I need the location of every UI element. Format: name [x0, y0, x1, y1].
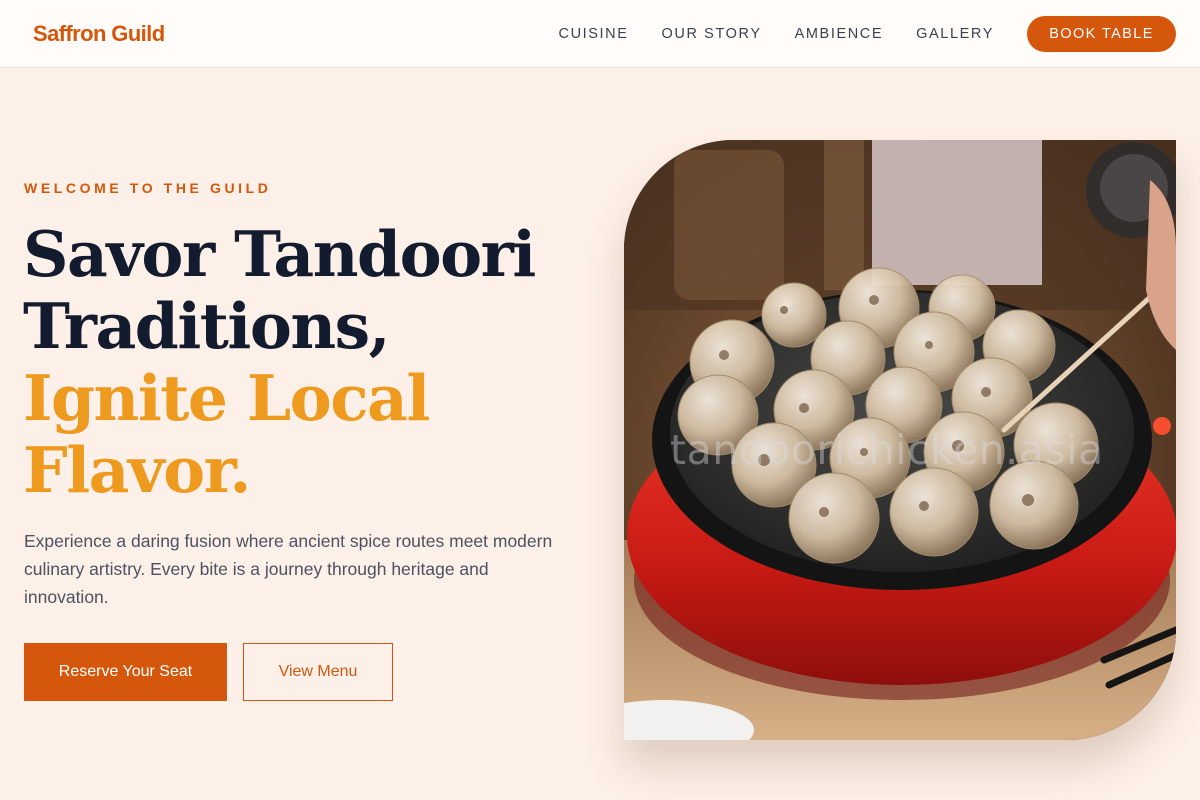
image-watermark: tandoorichicken.asia [670, 426, 1104, 474]
headline-line-2: Traditions, [23, 289, 391, 363]
reserve-seat-button[interactable]: Reserve Your Seat [24, 643, 227, 701]
headline-line-1: Savor Tandoori [23, 217, 536, 291]
nav-link-our-story[interactable]: OUR STORY [662, 26, 762, 42]
hero-description: Experience a daring fusion where ancient… [24, 531, 553, 607]
hero-eyebrow: WELCOME TO THE GUILD [24, 180, 272, 196]
brand-logo[interactable]: Saffron Guild [33, 21, 165, 47]
nav-link-gallery[interactable]: GALLERY [916, 26, 994, 42]
headline-accent-line-2: Flavor. [23, 433, 251, 507]
book-table-button[interactable]: BOOK TABLE [1027, 15, 1176, 52]
headline-accent-line-1: Ignite Local [23, 361, 430, 435]
hero-food-photo: tandoorichicken.asia [624, 140, 1176, 740]
view-menu-button[interactable]: View Menu [243, 643, 393, 701]
site-header: Saffron Guild CUISINE OUR STORY AMBIENCE… [0, 0, 1200, 68]
nav-link-ambience[interactable]: AMBIENCE [795, 26, 884, 42]
nav-link-cuisine[interactable]: CUISINE [559, 26, 629, 42]
hero-headline: Savor Tandoori Traditions, Ignite Local … [23, 218, 583, 506]
main-nav: CUISINE OUR STORY AMBIENCE GALLERY BOOK … [559, 15, 1176, 52]
